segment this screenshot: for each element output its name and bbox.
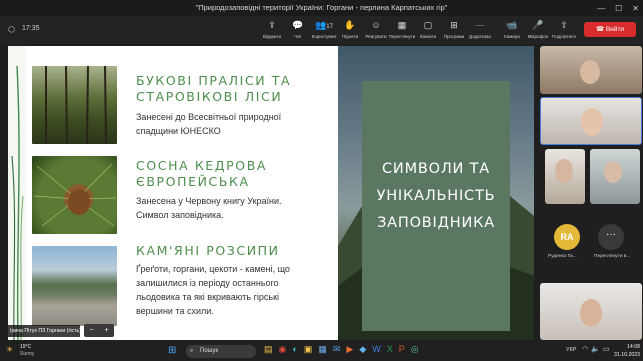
avatar: [555, 159, 573, 183]
search-box[interactable]: ⌕ Пошук: [186, 345, 256, 358]
item2-desc: Занесена у Червону книгу України. Символ…: [136, 196, 282, 220]
leave-button[interactable]: ☎ Вийти: [584, 22, 636, 37]
item1-desc: Занесені до Всесвітньої природної спадщи…: [136, 112, 282, 136]
weather-desc: Sunny: [20, 351, 35, 357]
wifi-icon[interactable]: ◠: [582, 345, 588, 353]
clock-time[interactable]: 14:08: [614, 344, 640, 350]
zoom-controls[interactable]: − +: [84, 324, 114, 337]
weather-temp[interactable]: 19°C: [20, 344, 31, 350]
forest-trees: [45, 65, 107, 145]
phone-icon: ☎: [595, 26, 606, 33]
more-icon[interactable]: ···: [465, 20, 495, 30]
stone-scree-image: [32, 246, 117, 326]
zoom-in-icon[interactable]: +: [104, 327, 108, 334]
maximize-icon[interactable]: ☐: [615, 4, 622, 13]
taskbar-apps: ▤ ◉ ◐ ▣ ▦ ✉ ▶ ◆ W X P ◎: [264, 344, 419, 355]
excel-icon[interactable]: X: [387, 344, 393, 355]
avatar: [604, 161, 622, 183]
participant-tile-2[interactable]: [540, 97, 642, 145]
share-label[interactable]: Поділитися: [549, 34, 579, 39]
window-controls: — ☐ ✕: [597, 0, 639, 16]
tb-label-8[interactable]: Додатково: [465, 34, 495, 39]
more-participants-label[interactable]: Переглянути в...: [594, 254, 640, 259]
item2-title: СОСНА КЕДРОВА ЄВРОПЕЙСЬКА: [136, 158, 268, 189]
media-icon[interactable]: ▶: [346, 344, 353, 355]
shield-icon: ⬡: [8, 25, 15, 34]
chrome-icon[interactable]: ◉: [279, 344, 287, 355]
start-icon[interactable]: ⊞: [168, 345, 176, 356]
pine-needles: [33, 163, 117, 227]
close-icon[interactable]: ✕: [632, 4, 639, 13]
meeting-time: 17:35: [22, 25, 40, 32]
mail-icon[interactable]: ✉: [333, 344, 341, 355]
clock-date: 31.10.2023: [614, 352, 640, 358]
slide-decoration: [8, 46, 26, 340]
search-placeholder: Пошук: [200, 348, 219, 354]
people-count: 17: [326, 24, 333, 30]
folder-icon[interactable]: ▣: [304, 344, 313, 355]
webex-icon[interactable]: ◎: [411, 344, 419, 355]
stone-pine-image: [32, 156, 117, 234]
share-icon[interactable]: ⇧: [549, 20, 579, 31]
more-participants-icon[interactable]: ···: [598, 224, 624, 250]
store-icon[interactable]: ▦: [318, 344, 327, 355]
zoom-out-icon[interactable]: −: [89, 327, 93, 334]
meeting-toolbar: ⬡ 17:35 ⇪ Відкрити 💬 Чат 👥17 Користувачі…: [0, 16, 643, 44]
participant-tile-1[interactable]: [540, 46, 642, 94]
avatar: [581, 108, 603, 136]
leave-label: Вийти: [605, 26, 625, 33]
avatar: [580, 299, 602, 327]
beech-forest-image: [32, 65, 117, 145]
sun-icon: ☀: [6, 345, 14, 354]
participant-tile-5[interactable]: [540, 283, 642, 340]
item3-title: КАМ'ЯНІ РОЗСИПИ: [136, 243, 280, 258]
search-icon: ⌕: [190, 348, 194, 354]
windows-taskbar: ☀ 19°C Sunny ⊞ ⌕ Пошук ▤ ◉ ◐ ▣ ▦ ✉ ▶ ◆ W…: [0, 342, 643, 361]
symbol-title: СИМВОЛИ ТА УНІКАЛЬНІСТЬ ЗАПОВІДНИКА: [376, 161, 496, 231]
language-indicator[interactable]: УКР: [566, 347, 576, 353]
volume-icon[interactable]: 🔈: [591, 345, 600, 353]
explorer-icon[interactable]: ▤: [264, 344, 273, 355]
photos-icon[interactable]: ◆: [359, 344, 366, 355]
avatar: [580, 60, 600, 84]
window-title: "Природозаповідні території України: Гор…: [0, 0, 643, 16]
tray-icons: ◠ 🔈 ▭: [582, 345, 609, 353]
shared-slide: БУКОВІ ПРАЛІСИ ТА СТАРОВІКОВІ ЛІСИ Занес…: [8, 46, 534, 340]
participant-tile-4[interactable]: [590, 149, 640, 204]
minimize-icon[interactable]: —: [597, 4, 605, 13]
powerpoint-icon[interactable]: P: [399, 344, 405, 355]
item1-title: БУКОВІ ПРАЛІСИ ТА СТАРОВІКОВІ ЛІСИ: [136, 73, 292, 104]
participant-avatar-ra[interactable]: RA: [554, 224, 580, 250]
presenter-name: Ірина Пітух ПЗ Горгани (гість): [8, 325, 80, 337]
edge-icon[interactable]: ◐: [292, 344, 297, 355]
item3-desc: Ґреґоти, горгани, цекоти - камені, що за…: [136, 264, 290, 316]
grass-decoration: [11, 65, 24, 340]
participant-name-ra: Руденко Га...: [548, 254, 577, 259]
word-icon[interactable]: W: [372, 344, 381, 355]
participant-tile-3[interactable]: [545, 149, 585, 204]
